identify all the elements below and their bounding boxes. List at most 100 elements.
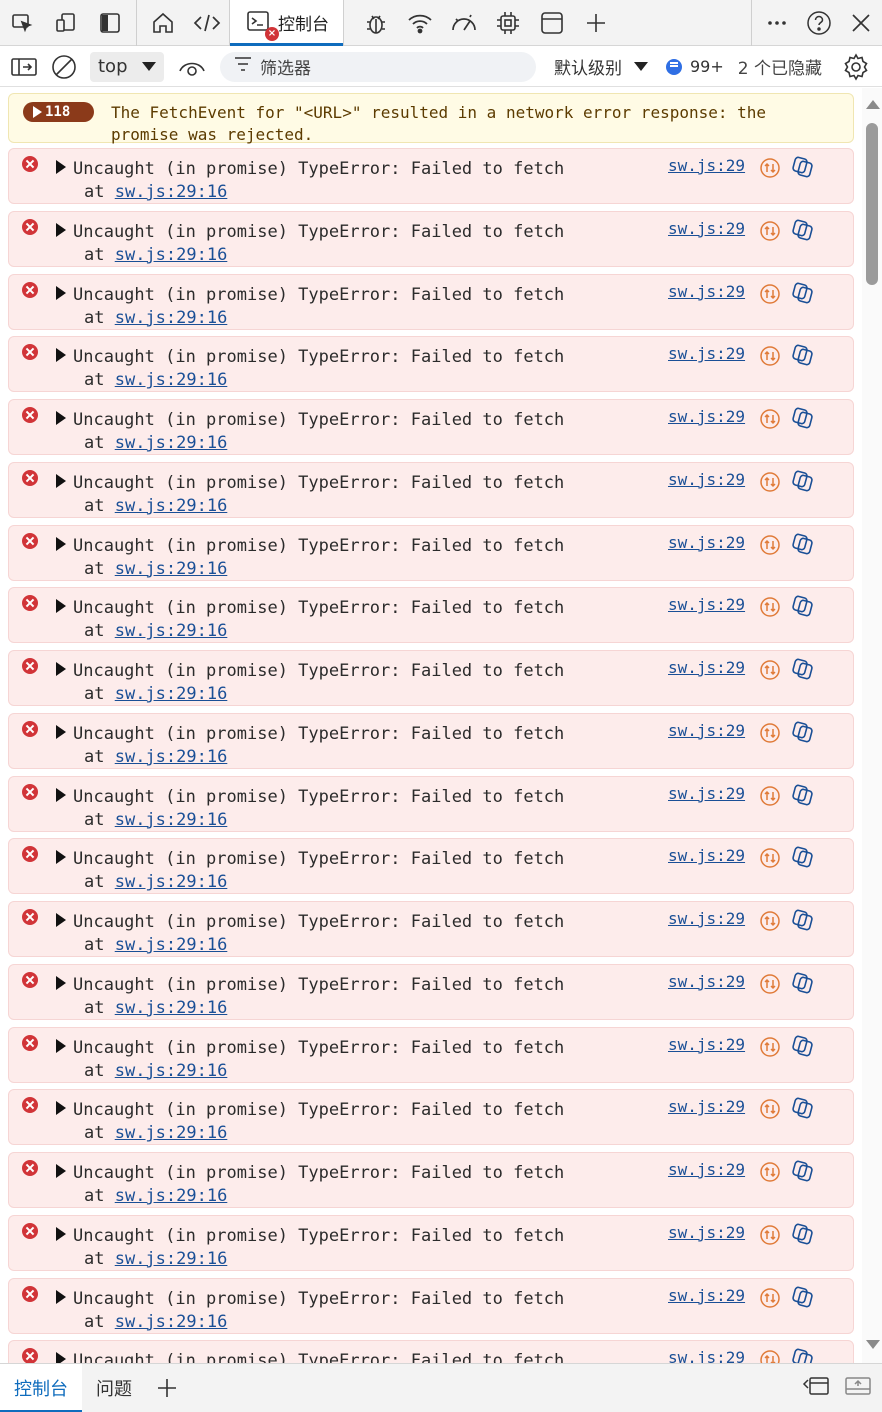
copilot-explain-icon[interactable] bbox=[790, 1034, 814, 1062]
plus-icon[interactable] bbox=[574, 0, 618, 46]
error-message[interactable]: Uncaught (in promise) TypeError: Failed … bbox=[8, 775, 854, 832]
home-icon[interactable] bbox=[141, 0, 185, 46]
expand-triangle-icon[interactable] bbox=[56, 787, 66, 802]
copilot-explain-icon[interactable] bbox=[790, 281, 814, 309]
search-issue-icon[interactable] bbox=[759, 471, 781, 497]
source-link[interactable]: sw.js:29 bbox=[668, 1097, 745, 1116]
expand-triangle-icon[interactable] bbox=[56, 411, 66, 425]
expand-triangle-icon[interactable] bbox=[56, 1352, 66, 1363]
error-message[interactable]: Uncaught (in promise) TypeError: Failed … bbox=[8, 273, 854, 330]
search-issue-icon[interactable] bbox=[759, 722, 781, 748]
error-message[interactable]: Uncaught (in promise) TypeError: Failed … bbox=[8, 1340, 854, 1363]
search-issue-icon[interactable] bbox=[759, 220, 781, 246]
application-icon[interactable] bbox=[530, 0, 574, 46]
copilot-explain-icon[interactable] bbox=[790, 469, 814, 497]
bug-icon[interactable] bbox=[354, 0, 398, 46]
scroll-up-arrow-icon[interactable] bbox=[866, 100, 880, 109]
copilot-explain-icon[interactable] bbox=[790, 783, 814, 811]
copilot-explain-icon[interactable] bbox=[790, 594, 814, 622]
live-expression-eye-icon[interactable] bbox=[172, 47, 212, 87]
stack-location-link[interactable]: sw.js:29:16 bbox=[115, 621, 228, 641]
console-scrollbar[interactable] bbox=[862, 88, 882, 1363]
copilot-explain-icon[interactable] bbox=[790, 155, 814, 183]
search-issue-icon[interactable] bbox=[759, 847, 781, 873]
source-link[interactable]: sw.js:29 bbox=[668, 1223, 745, 1242]
stack-location-link[interactable]: sw.js:29:16 bbox=[115, 245, 228, 265]
source-link[interactable]: sw.js:29 bbox=[668, 784, 745, 803]
copilot-explain-icon[interactable] bbox=[790, 657, 814, 685]
search-issue-icon[interactable] bbox=[759, 157, 781, 183]
search-issue-icon[interactable] bbox=[759, 1098, 781, 1124]
performance-icon[interactable] bbox=[442, 0, 486, 46]
error-message[interactable]: Uncaught (in promise) TypeError: Failed … bbox=[8, 650, 854, 706]
quick-source-icon[interactable] bbox=[802, 1372, 830, 1405]
copilot-explain-icon[interactable] bbox=[790, 406, 814, 434]
error-message[interactable]: Uncaught (in promise) TypeError: Failed … bbox=[8, 1277, 854, 1334]
stack-location-link[interactable]: sw.js:29:16 bbox=[115, 1186, 228, 1206]
copilot-explain-icon[interactable] bbox=[790, 720, 814, 748]
stack-location-link[interactable]: sw.js:29:16 bbox=[115, 810, 228, 830]
search-issue-icon[interactable] bbox=[759, 534, 781, 560]
expand-triangle-icon[interactable] bbox=[56, 662, 66, 676]
expand-triangle-icon[interactable] bbox=[56, 1038, 66, 1053]
stack-location-link[interactable]: sw.js:29:16 bbox=[115, 1249, 228, 1269]
drawer-tab-console[interactable]: 控制台 bbox=[0, 1363, 82, 1412]
stack-location-link[interactable]: sw.js:29:16 bbox=[115, 182, 228, 202]
error-message[interactable]: Uncaught (in promise) TypeError: Failed … bbox=[8, 1026, 854, 1083]
source-link[interactable]: sw.js:29 bbox=[668, 1348, 745, 1363]
expand-triangle-icon[interactable] bbox=[56, 724, 66, 739]
expand-triangle-icon[interactable] bbox=[56, 1164, 66, 1178]
copilot-explain-icon[interactable] bbox=[790, 1222, 814, 1250]
scroll-down-arrow-icon[interactable] bbox=[866, 1340, 880, 1349]
expand-triangle-icon[interactable] bbox=[56, 222, 66, 237]
hidden-count[interactable]: 2 个已隐藏 bbox=[738, 54, 822, 79]
copilot-explain-icon[interactable] bbox=[790, 1285, 814, 1313]
error-message[interactable]: Uncaught (in promise) TypeError: Failed … bbox=[8, 901, 854, 957]
stack-location-link[interactable]: sw.js:29:16 bbox=[115, 872, 228, 892]
stack-location-link[interactable]: sw.js:29:16 bbox=[115, 1312, 228, 1332]
search-issue-icon[interactable] bbox=[759, 1349, 781, 1363]
search-issue-icon[interactable] bbox=[759, 910, 781, 936]
error-message[interactable]: Uncaught (in promise) TypeError: Failed … bbox=[8, 712, 854, 769]
error-message[interactable]: Uncaught (in promise) TypeError: Failed … bbox=[8, 336, 854, 393]
repeat-count-badge[interactable]: 118 bbox=[23, 102, 94, 122]
copilot-explain-icon[interactable] bbox=[790, 343, 814, 371]
expand-triangle-icon[interactable] bbox=[56, 975, 66, 990]
copilot-explain-icon[interactable] bbox=[790, 845, 814, 873]
log-level-dropdown[interactable]: 默认级别 bbox=[554, 54, 648, 79]
error-message[interactable]: Uncaught (in promise) TypeError: Failed … bbox=[8, 838, 854, 895]
expand-triangle-icon[interactable] bbox=[56, 1226, 66, 1241]
expand-triangle-icon[interactable] bbox=[56, 285, 66, 300]
expand-triangle-icon[interactable] bbox=[56, 599, 66, 614]
search-issue-icon[interactable] bbox=[759, 596, 781, 622]
memory-icon[interactable] bbox=[486, 0, 530, 46]
filter-input[interactable]: 筛选器 bbox=[220, 51, 536, 82]
expand-triangle-icon[interactable] bbox=[56, 160, 66, 174]
search-issue-icon[interactable] bbox=[759, 408, 781, 434]
source-link[interactable]: sw.js:29 bbox=[668, 972, 745, 991]
stack-location-link[interactable]: sw.js:29:16 bbox=[115, 370, 228, 390]
drawer-tab-issues[interactable]: 问题 bbox=[82, 1364, 146, 1412]
device-emulation-icon[interactable] bbox=[44, 0, 88, 46]
copilot-explain-icon[interactable] bbox=[790, 971, 814, 999]
expand-triangle-icon[interactable] bbox=[56, 913, 66, 927]
scrollbar-thumb[interactable] bbox=[866, 123, 878, 285]
search-issue-icon[interactable] bbox=[759, 659, 781, 685]
dock-drawer-icon[interactable] bbox=[844, 1372, 872, 1405]
inspect-icon[interactable] bbox=[0, 0, 44, 46]
error-message[interactable]: Uncaught (in promise) TypeError: Failed … bbox=[8, 461, 854, 518]
close-icon[interactable] bbox=[840, 0, 882, 46]
source-link[interactable]: sw.js:29 bbox=[668, 1286, 745, 1305]
error-message[interactable]: Uncaught (in promise) TypeError: Failed … bbox=[8, 210, 854, 267]
warning-message[interactable]: 118 The FetchEvent for "<URL>" resulted … bbox=[8, 93, 854, 144]
search-issue-icon[interactable] bbox=[759, 1161, 781, 1187]
stack-location-link[interactable]: sw.js:29:16 bbox=[115, 747, 228, 767]
copilot-explain-icon[interactable] bbox=[790, 532, 814, 560]
stack-location-link[interactable]: sw.js:29:16 bbox=[115, 684, 228, 704]
search-issue-icon[interactable] bbox=[759, 1036, 781, 1062]
stack-location-link[interactable]: sw.js:29:16 bbox=[115, 559, 228, 579]
more-icon[interactable] bbox=[756, 0, 798, 46]
source-link[interactable]: sw.js:29 bbox=[668, 156, 745, 175]
error-message[interactable]: Uncaught (in promise) TypeError: Failed … bbox=[8, 399, 854, 455]
copilot-explain-icon[interactable] bbox=[790, 218, 814, 246]
